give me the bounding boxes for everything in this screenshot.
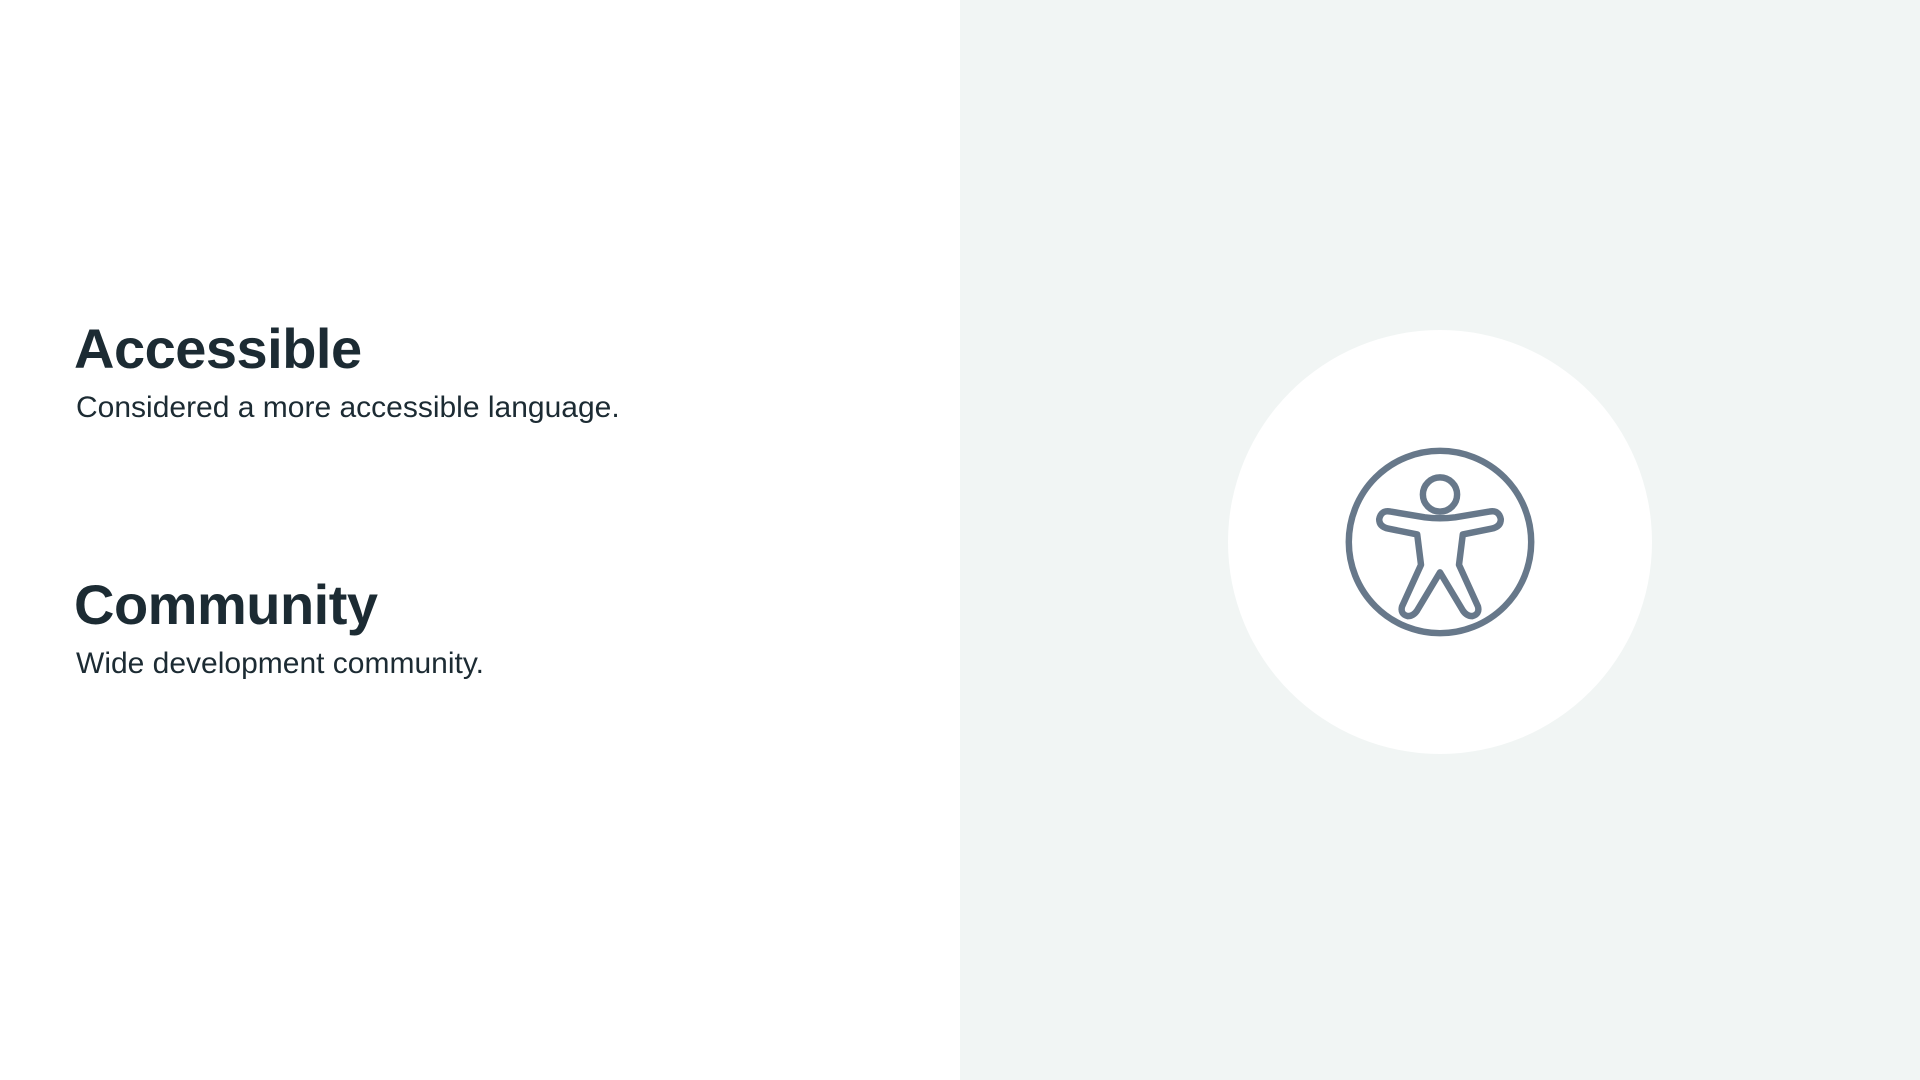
illustration-panel xyxy=(960,0,1920,1080)
feature-description: Considered a more accessible language. xyxy=(76,391,620,424)
feature-title: Accessible xyxy=(74,317,362,380)
feature-title: Community xyxy=(74,573,378,636)
feature-community: Community Wide development community. xyxy=(74,572,484,684)
features-panel: Accessible Considered a more accessible … xyxy=(0,0,960,1080)
slide: Accessible Considered a more accessible … xyxy=(0,0,1920,1080)
icon-badge xyxy=(1228,330,1652,754)
accessibility-icon xyxy=(1345,447,1535,637)
feature-accessible: Accessible Considered a more accessible … xyxy=(74,316,620,428)
feature-description: Wide development community. xyxy=(76,647,484,680)
